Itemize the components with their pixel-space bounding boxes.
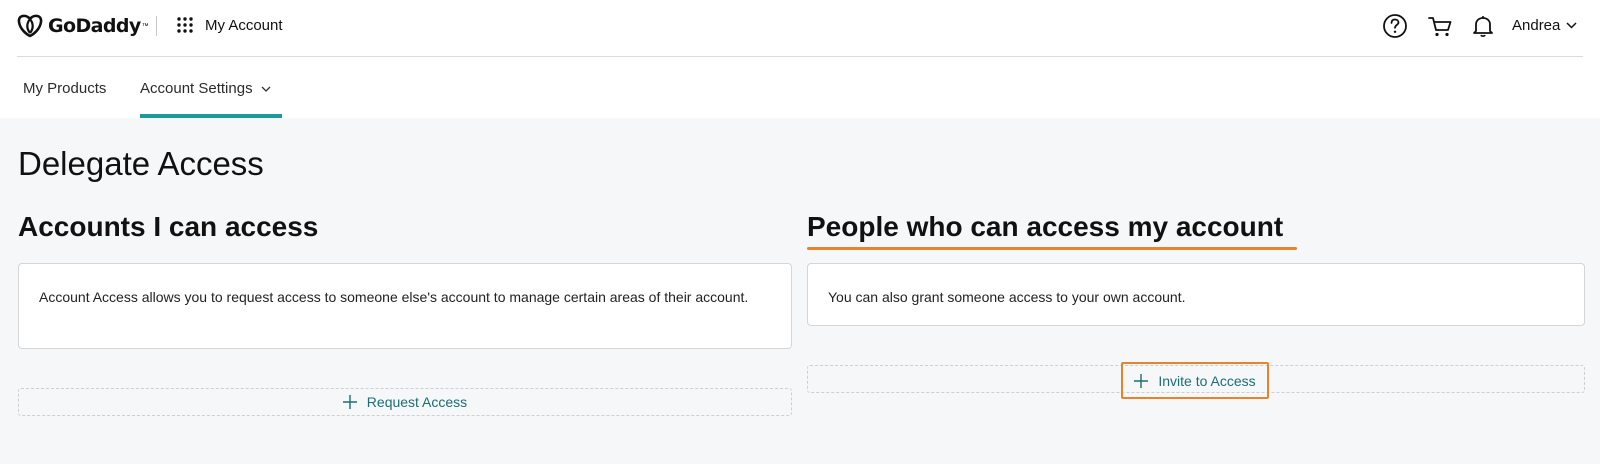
request-access-button-content: Request Access (342, 394, 468, 410)
logo-wordmark: GoDaddy (48, 15, 141, 37)
grant-access-info-card: You can also grant someone access to you… (807, 263, 1585, 326)
godaddy-logo[interactable]: GoDaddy ™ (17, 13, 149, 39)
header-separator (156, 16, 157, 36)
grant-access-description: You can also grant someone access to you… (828, 289, 1186, 305)
people-who-can-access-title: People who can access my account (807, 211, 1284, 242)
godaddy-heart-icon (17, 14, 43, 38)
active-tab-indicator (140, 114, 282, 118)
plus-icon (1134, 373, 1149, 388)
sub-navigation: My Products Account Settings (0, 57, 1600, 118)
request-access-label: Request Access (366, 394, 468, 410)
help-icon[interactable] (1382, 13, 1408, 39)
plus-icon (342, 395, 357, 409)
chevron-down-icon (1566, 22, 1577, 29)
nav-my-products[interactable]: My Products (23, 80, 106, 97)
nav-account-settings[interactable]: Account Settings (140, 80, 271, 97)
user-menu[interactable]: Andrea (1512, 17, 1577, 34)
request-access-button[interactable]: Request Access (18, 388, 792, 416)
invite-to-access-inner: Invite to Access (1134, 372, 1256, 389)
nav-my-products-label: My Products (23, 80, 107, 97)
page-title: Delegate Access (18, 145, 264, 182)
invite-to-access-button[interactable]: Invite to Access (1121, 362, 1269, 399)
app-title[interactable]: My Account (205, 17, 283, 34)
nav-account-settings-label: Account Settings (140, 80, 253, 97)
invite-to-access-label: Invite to Access (1158, 372, 1256, 389)
logo-trademark: ™ (141, 22, 149, 30)
apps-grid-icon[interactable] (176, 16, 194, 34)
chevron-down-icon (261, 86, 271, 92)
invite-to-access-button-content: Invite to Access (1134, 372, 1256, 389)
bell-icon[interactable] (1470, 13, 1496, 39)
title-highlight-underline (807, 247, 1297, 250)
top-bar: GoDaddy ™ My Account Andrea My Products … (0, 0, 1600, 118)
account-access-info-card: Account Access allows you to request acc… (18, 263, 792, 349)
accounts-i-can-access-title: Accounts I can access (18, 211, 319, 242)
cart-icon[interactable] (1427, 13, 1453, 39)
account-access-description: Account Access allows you to request acc… (39, 289, 749, 305)
header: GoDaddy ™ My Account Andrea (0, 0, 1600, 52)
user-name: Andrea (1512, 17, 1561, 34)
